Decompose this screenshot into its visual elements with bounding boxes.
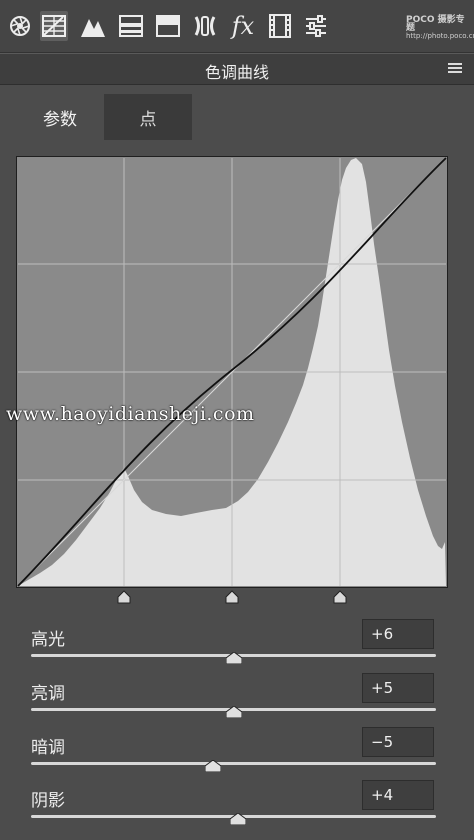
tone-curve-graph[interactable] <box>16 156 448 588</box>
tab-parametric[interactable]: 参数 <box>16 94 104 140</box>
split-toning-icon[interactable] <box>154 11 182 41</box>
slider-label: 暗调 <box>31 738 65 758</box>
panel-header: 色调曲线 <box>0 53 474 85</box>
lights-highlights-split-handle[interactable] <box>333 589 347 604</box>
panel-title: 色调曲线 <box>204 63 269 82</box>
slider-highlights: 高光 +6 <box>0 619 474 679</box>
shadows-darks-split-handle[interactable] <box>117 589 131 604</box>
shadows-value-field[interactable]: +4 <box>362 780 434 810</box>
slider-thumb[interactable] <box>229 810 247 826</box>
tab-point[interactable]: 点 <box>104 94 192 140</box>
panel-menu-icon[interactable] <box>448 63 462 75</box>
presets-icon[interactable] <box>302 11 330 41</box>
slider-label: 阴影 <box>31 791 65 811</box>
tone-curve-icon[interactable] <box>40 11 68 41</box>
tab-bar-spacer <box>192 94 474 140</box>
toolbar: fx POCO 摄影专题 http://photo.poco.cn/ <box>0 0 474 53</box>
darks-value-field[interactable]: −5 <box>362 727 434 757</box>
slider-darks: 暗调 −5 <box>0 727 474 787</box>
fx-icon[interactable]: fx <box>229 11 257 41</box>
lights-value-field[interactable]: +5 <box>362 673 434 703</box>
poco-watermark: POCO 摄影专题 http://photo.poco.cn/ <box>406 15 474 41</box>
basic-icon[interactable] <box>6 11 34 41</box>
tab-bar: 参数 点 <box>0 94 474 140</box>
lens-corrections-icon[interactable] <box>191 11 219 41</box>
detail-icon[interactable] <box>79 11 107 41</box>
highlights-value-field[interactable]: +6 <box>362 619 434 649</box>
slider-lights: 亮调 +5 <box>0 673 474 733</box>
site-watermark: www.haoyidiansheji.com <box>6 403 255 425</box>
slider-label: 亮调 <box>31 684 65 704</box>
slider-thumb[interactable] <box>225 649 242 665</box>
camera-calibration-icon[interactable] <box>266 11 294 41</box>
slider-shadows: 阴影 +4 <box>0 780 474 840</box>
slider-label: 高光 <box>31 630 65 650</box>
darks-lights-split-handle[interactable] <box>225 589 239 604</box>
slider-thumb[interactable] <box>225 703 242 719</box>
hsl-icon[interactable] <box>117 11 145 41</box>
slider-thumb[interactable] <box>204 757 222 773</box>
slider-track[interactable] <box>31 762 436 765</box>
